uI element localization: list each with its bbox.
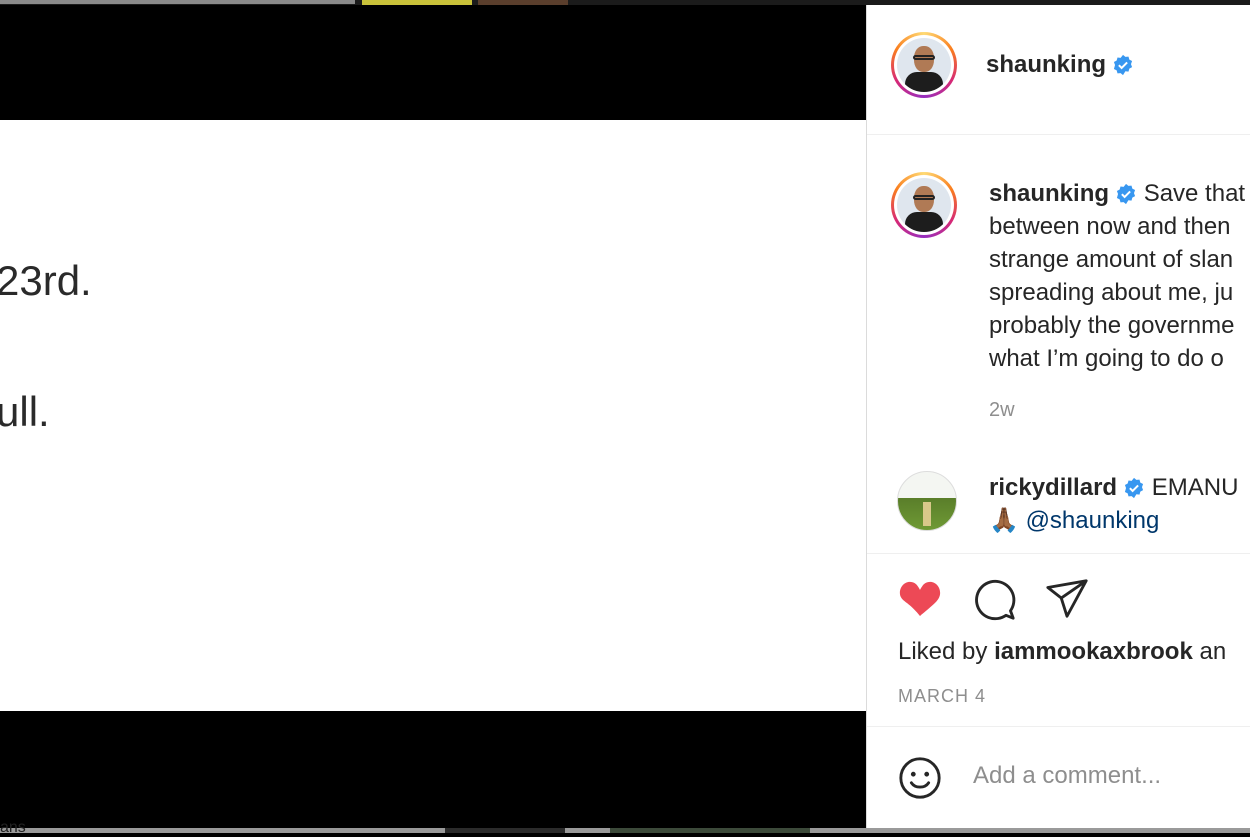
post-text-line: ull. bbox=[0, 388, 50, 435]
liked-by-suffix[interactable]: an bbox=[1193, 638, 1226, 665]
comment-input[interactable] bbox=[971, 761, 1245, 791]
caption-text: strange amount of slan bbox=[989, 246, 1234, 273]
post-actions: Liked by iammookaxbrook an MARCH 4 bbox=[867, 554, 1250, 727]
caption-text: what I’m going to do o bbox=[989, 345, 1224, 372]
caption-text: between now and then bbox=[989, 213, 1231, 240]
post-caption: shaunking Save that between now and then… bbox=[989, 177, 1250, 375]
caption-author-avatar[interactable] bbox=[891, 172, 957, 238]
caption-timestamp[interactable]: 2w bbox=[989, 399, 1015, 422]
share-icon[interactable] bbox=[1044, 576, 1090, 622]
caption-text: probably the governme bbox=[989, 312, 1235, 339]
comment-mention-link[interactable]: @shaunking bbox=[1026, 507, 1160, 534]
add-comment-bar bbox=[867, 727, 1250, 828]
background-thumbnail bbox=[445, 828, 565, 833]
post-header: shaunking bbox=[867, 5, 1250, 135]
commenter-avatar[interactable] bbox=[897, 471, 957, 531]
post-media[interactable]: 23rd. ull. bbox=[0, 5, 866, 828]
commenter-username[interactable]: rickydillard bbox=[989, 474, 1117, 501]
comment-emoji: 🙏🏾 bbox=[989, 507, 1019, 534]
post-details-panel: shaunking shaunking Save that between no… bbox=[866, 5, 1250, 828]
caption-text: Save that bbox=[1143, 180, 1246, 207]
comments-section: shaunking Save that between now and then… bbox=[867, 135, 1250, 554]
background-thumbnail bbox=[610, 828, 810, 833]
background-label: ans bbox=[0, 819, 26, 836]
caption-text: spreading about me, ju bbox=[989, 279, 1234, 306]
liked-by-prefix: Liked by bbox=[898, 638, 995, 665]
comment-text: EMANU bbox=[1151, 474, 1239, 501]
liked-by: Liked by iammookaxbrook an bbox=[898, 638, 1226, 666]
heart-icon[interactable] bbox=[897, 576, 943, 622]
post-date[interactable]: MARCH 4 bbox=[898, 686, 986, 707]
post-text-line: 23rd. bbox=[0, 257, 92, 304]
background-bottom-strip: ans bbox=[0, 819, 1250, 836]
background-bar bbox=[0, 0, 355, 4]
comment: rickydillard EMANU 🙏🏾 @shaunking bbox=[989, 471, 1250, 537]
post-image-content: 23rd. ull. bbox=[0, 120, 866, 711]
liked-by-user[interactable]: iammookaxbrook bbox=[994, 638, 1193, 665]
author-name: shaunking bbox=[986, 51, 1134, 79]
comment-icon[interactable] bbox=[971, 576, 1017, 622]
caption-username[interactable]: shaunking bbox=[989, 180, 1109, 207]
verified-badge-icon bbox=[1116, 183, 1136, 205]
emoji-icon[interactable] bbox=[897, 755, 943, 801]
verified-badge-icon bbox=[1113, 54, 1133, 76]
verified-badge-icon bbox=[1124, 477, 1144, 499]
author-username[interactable]: shaunking bbox=[986, 51, 1106, 78]
author-avatar[interactable] bbox=[891, 32, 957, 98]
